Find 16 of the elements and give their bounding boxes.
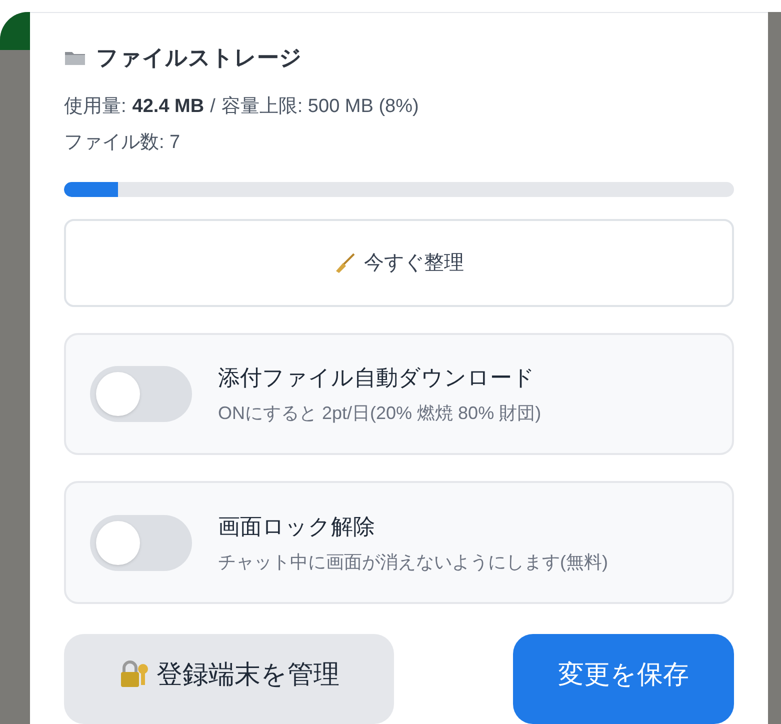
separator-text: / <box>210 94 216 119</box>
file-count-text: ファイル数: 7 <box>64 131 180 156</box>
lock-key-icon <box>118 659 148 690</box>
save-button[interactable]: 変更を保存 <box>513 634 734 724</box>
capacity-limit-text: 容量上限: 500 MB (8%) <box>221 94 419 119</box>
setting-label: 添付ファイル自動ダウンロード <box>218 364 536 392</box>
broom-icon <box>334 252 356 274</box>
usage-label: 使用量: <box>64 94 126 119</box>
header-strip <box>0 12 30 50</box>
setting-description: ONにすると 2pt/日(20% 燃焼 80% 財団) <box>218 402 542 425</box>
usage-value: 42.4 MB <box>132 94 204 119</box>
cleanup-button[interactable]: 今すぐ整理 <box>64 219 734 307</box>
manage-devices-button[interactable]: 登録端末を管理 <box>64 634 394 724</box>
storage-title: ファイルストレージ <box>96 44 302 72</box>
setting-description: チャット中に画面が消えないようにします(無料) <box>218 550 608 574</box>
setting-label: 画面ロック解除 <box>218 512 376 541</box>
